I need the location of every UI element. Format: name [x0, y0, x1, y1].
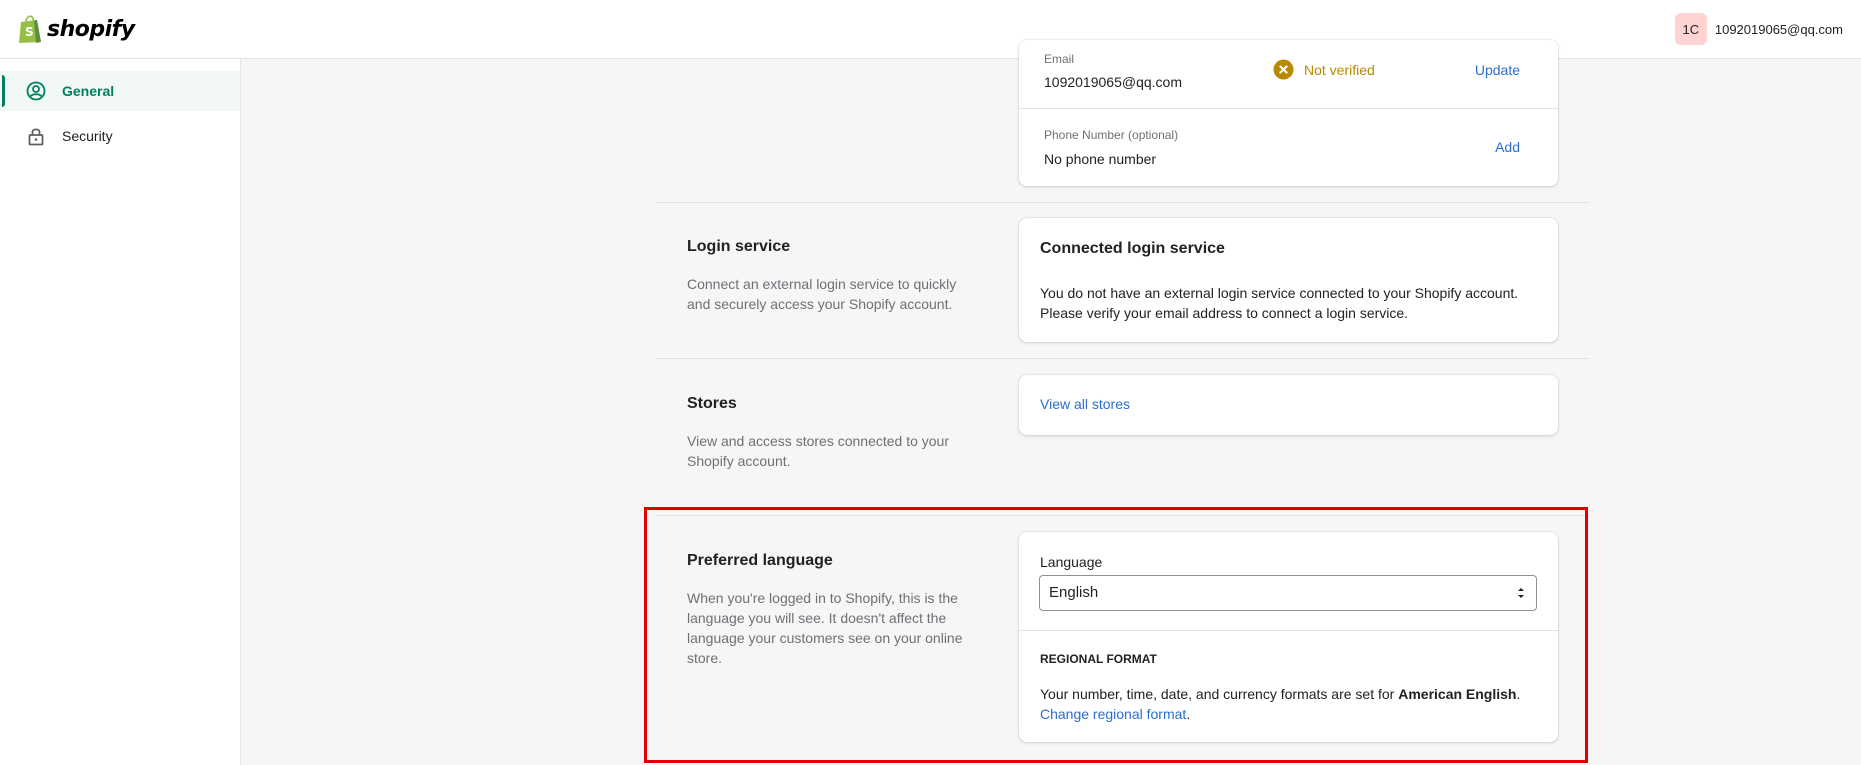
stores-description: View and access stores connected to your… — [687, 433, 950, 469]
contact-info-card: Email 1092019065@qq.com Not verified Upd… — [1019, 40, 1558, 186]
add-phone-link[interactable]: Add — [1495, 139, 1520, 155]
lock-icon — [28, 128, 44, 146]
connected-login-card: Connected login service You do not have … — [1019, 218, 1558, 342]
connected-login-text: You do not have an external login servic… — [1040, 283, 1550, 323]
connected-login-text-2: Please verify your email address to conn… — [1040, 305, 1409, 321]
user-circle-icon — [26, 81, 46, 101]
email-value: 1092019065@qq.com — [1044, 74, 1182, 90]
view-all-stores-link[interactable]: View all stores — [1040, 396, 1130, 412]
sidebar-item-label: General — [62, 83, 115, 99]
svg-text:S: S — [25, 25, 34, 39]
sidebar: General Security — [0, 59, 241, 765]
update-email-link[interactable]: Update — [1475, 62, 1520, 78]
highlight-box — [644, 507, 1588, 763]
login-service-description: Connect an external login service to qui… — [687, 276, 957, 312]
sidebar-item-label: Security — [62, 128, 113, 144]
avatar: 1C — [1674, 13, 1707, 45]
email-label: Email — [1044, 52, 1075, 66]
email-status-text: Not verified — [1304, 61, 1375, 78]
phone-value: No phone number — [1044, 151, 1157, 167]
login-service-title: Login service — [687, 238, 791, 255]
card-divider — [1019, 108, 1558, 109]
stores-title: Stores — [687, 395, 737, 412]
phone-label: Phone Number (optional) — [1044, 128, 1179, 142]
stores-card: View all stores — [1019, 375, 1558, 435]
connected-login-text-1: You do not have an external login servic… — [1040, 285, 1519, 301]
section-divider — [655, 358, 1590, 359]
account-menu[interactable]: 1C 1092019065@qq.com — [1674, 13, 1843, 45]
shopify-logo[interactable]: S shopify — [17, 14, 135, 44]
sidebar-item-general[interactable]: General — [0, 71, 240, 111]
x-circle-icon — [1273, 59, 1294, 80]
top-bar: S shopify 1C 1092019065@qq.com — [0, 0, 1861, 59]
account-email: 1092019065@qq.com — [1714, 21, 1843, 37]
shopify-bag-icon: S — [19, 15, 41, 43]
email-status-badge: Not verified — [1273, 59, 1375, 80]
sidebar-item-security[interactable]: Security — [0, 116, 240, 156]
section-divider — [655, 202, 1590, 203]
logo-text: shopify — [47, 16, 135, 42]
connected-login-title: Connected login service — [1040, 240, 1225, 257]
